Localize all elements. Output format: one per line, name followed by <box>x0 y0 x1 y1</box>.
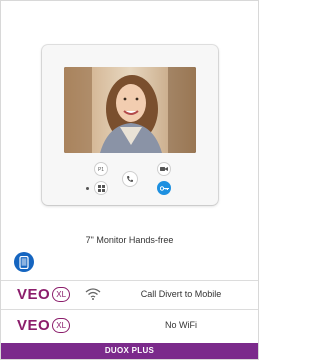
feature-row-call-divert: VEO XL Call Divert to Mobile <box>1 281 258 308</box>
product-card: P1 7" Monitor Hands-free VEO XL Call Div… <box>0 0 259 360</box>
woman-portrait-image <box>64 67 196 153</box>
camera-icon <box>160 167 168 171</box>
key-icon <box>159 185 169 191</box>
p1-icon: P1 <box>98 167 104 172</box>
hands-free-button[interactable] <box>122 171 138 187</box>
veo-xl-logo: VEO XL <box>17 317 71 334</box>
brand-text: VEO <box>17 286 51 303</box>
monitor-device: P1 <box>42 45 218 205</box>
p1-button[interactable]: P1 <box>94 162 108 176</box>
feature-row-no-wifi: VEO XL No WiFi <box>1 312 258 339</box>
feature-label: Call Divert to Mobile <box>140 289 222 299</box>
grid-button[interactable] <box>94 181 108 195</box>
xl-badge: XL <box>52 318 71 333</box>
veo-xl-logo: VEO XL <box>17 286 71 303</box>
xl-badge: XL <box>52 287 71 302</box>
product-image: P1 <box>1 1 258 207</box>
camera-button[interactable] <box>157 162 171 176</box>
product-caption: 7" Monitor Hands-free <box>85 235 174 245</box>
wifi-icon <box>85 288 101 300</box>
mobile-app-icon <box>14 252 34 272</box>
footer-banner: DUOX PLUS <box>1 343 258 359</box>
grid-icon <box>97 184 105 192</box>
monitor-screen <box>64 67 196 153</box>
key-button[interactable] <box>157 181 171 195</box>
feature-label: No WiFi <box>165 320 197 330</box>
svg-text:P1: P1 <box>98 167 104 172</box>
hands-free-icon <box>127 176 133 182</box>
divider <box>1 309 258 310</box>
status-led <box>86 187 89 190</box>
brand-text: VEO <box>17 317 51 334</box>
